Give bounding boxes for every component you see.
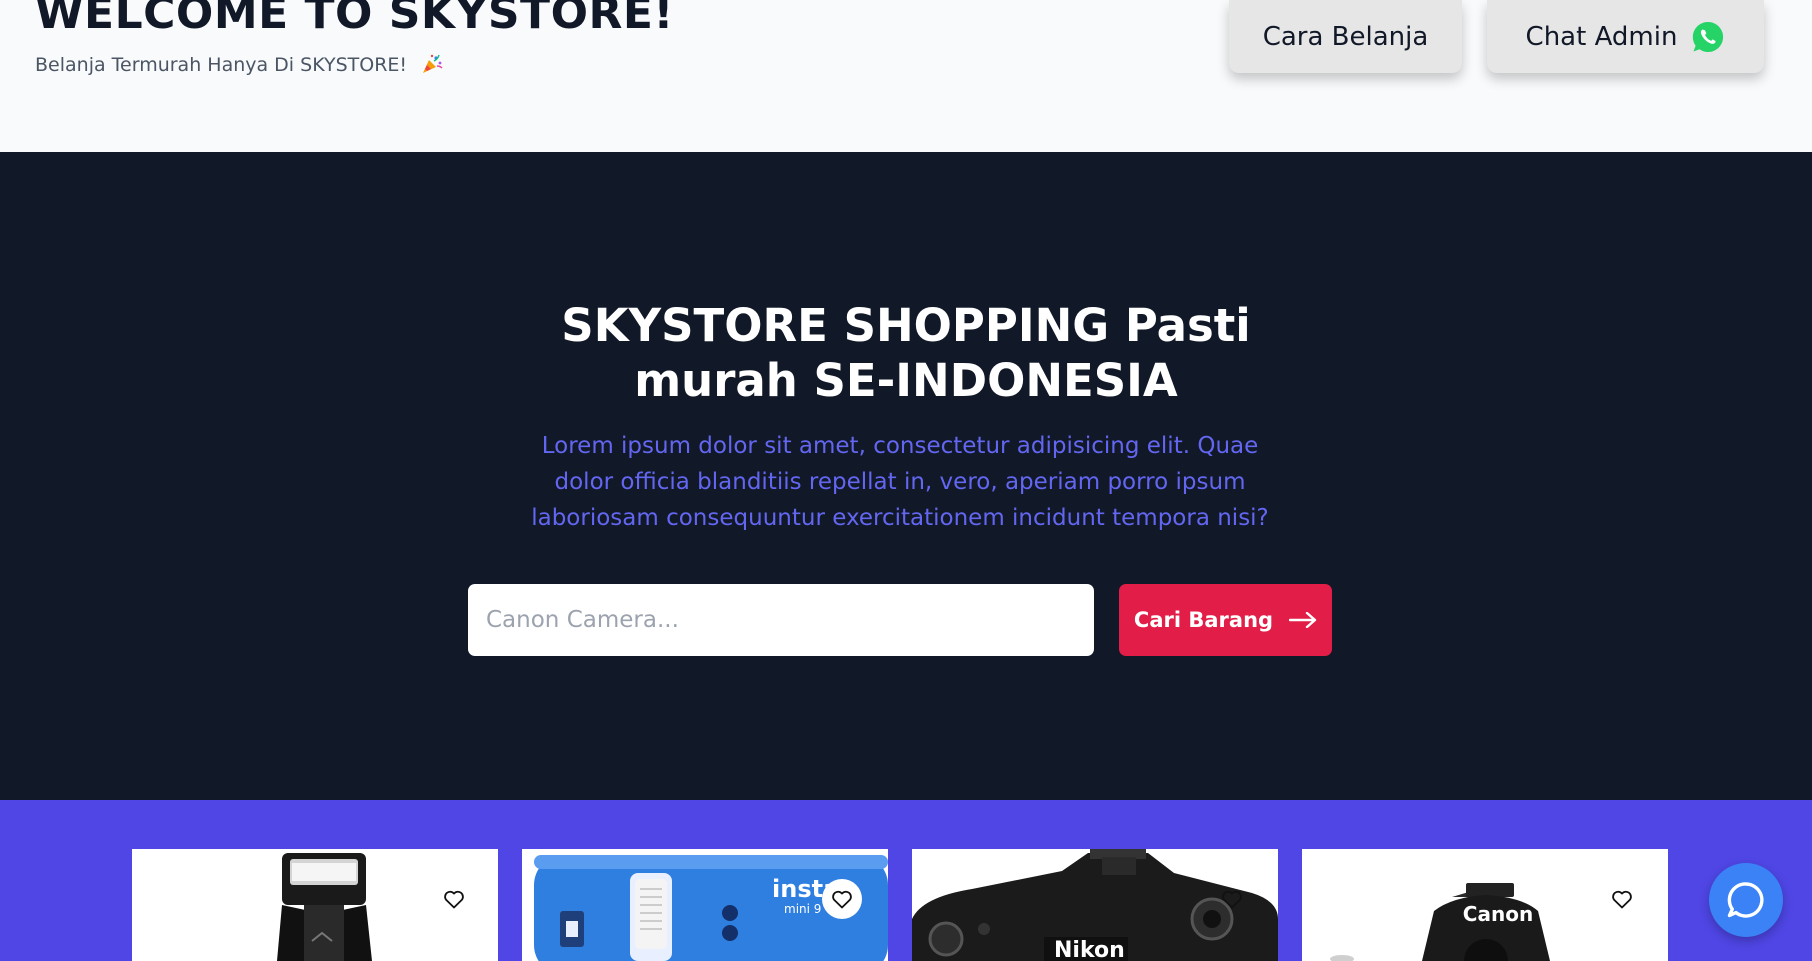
- arrow-right-icon: [1289, 612, 1317, 628]
- chat-widget-button[interactable]: [1709, 863, 1783, 937]
- product-card[interactable]: instax mini 9: [522, 849, 888, 961]
- top-bar: WELCOME TO SKYSTORE! Belanja Termurah Ha…: [0, 0, 1812, 152]
- cari-barang-label: Cari Barang: [1133, 608, 1274, 632]
- canon-brand-text: Canon: [1463, 902, 1533, 926]
- hero-description: Lorem ipsum dolor sit amet, consectetur …: [531, 433, 1269, 531]
- whatsapp-icon: [1693, 21, 1724, 52]
- hero-section: SKYSTORE SHOPPING Pasti murah SE-INDONES…: [0, 152, 1812, 800]
- welcome-title: WELCOME TO SKYSTORE!: [35, 0, 674, 39]
- tagline: Belanja Termurah Hanya Di SKYSTORE!: [35, 54, 443, 76]
- heart-icon: [1612, 890, 1632, 909]
- party-popper-icon: [423, 54, 443, 73]
- product-card[interactable]: Nikon: [912, 849, 1278, 961]
- product-card[interactable]: [132, 849, 498, 961]
- product-card[interactable]: Canon: [1302, 849, 1668, 961]
- hero-title: SKYSTORE SHOPPING Pasti murah SE-INDONES…: [0, 298, 1812, 408]
- chat-admin-label: Chat Admin: [1525, 21, 1678, 52]
- heart-icon: [1222, 890, 1242, 909]
- wishlist-button[interactable]: [822, 879, 862, 919]
- heart-icon: [444, 890, 464, 909]
- heart-icon: [832, 890, 852, 909]
- tagline-text: Belanja Termurah Hanya Di SKYSTORE!: [35, 54, 408, 76]
- wishlist-button[interactable]: [1212, 879, 1252, 919]
- products-section: instax mini 9 Nikon Canon: [0, 800, 1812, 961]
- cara-belanja-label: Cara Belanja: [1262, 21, 1429, 52]
- chat-admin-button[interactable]: Chat Admin: [1487, 0, 1764, 73]
- search-input[interactable]: [468, 584, 1094, 656]
- chat-bubble-icon: [1727, 882, 1764, 918]
- hero-title-text: SKYSTORE SHOPPING Pasti murah SE-INDONES…: [561, 299, 1251, 407]
- cari-barang-button[interactable]: Cari Barang: [1119, 584, 1332, 656]
- nikon-brand-text: Nikon: [1054, 938, 1125, 961]
- cara-belanja-button[interactable]: Cara Belanja: [1229, 0, 1462, 73]
- instax-model-text: mini 9: [784, 902, 821, 916]
- wishlist-button[interactable]: [1602, 879, 1642, 919]
- wishlist-button[interactable]: [434, 879, 474, 919]
